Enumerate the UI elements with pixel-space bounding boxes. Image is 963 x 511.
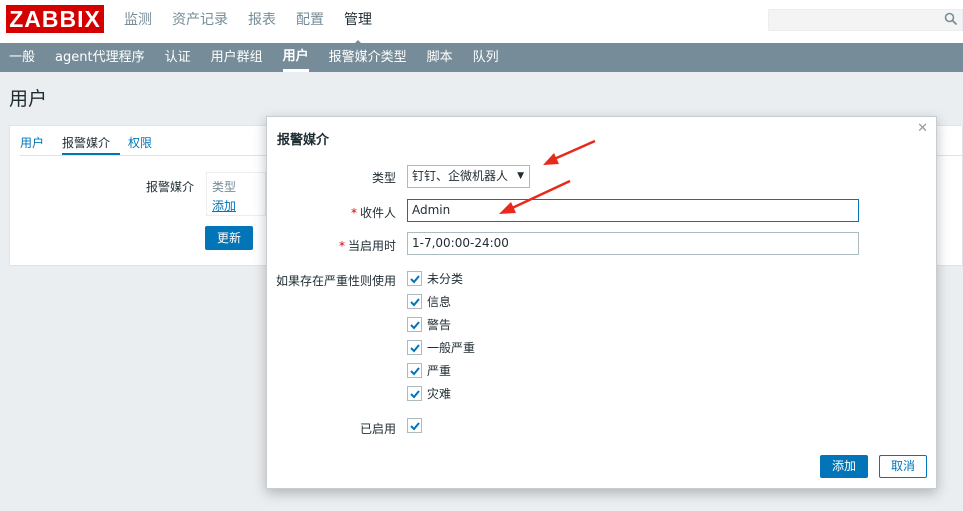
media-type-header: 类型 [212, 180, 237, 194]
checkbox[interactable] [407, 317, 422, 332]
checkbox[interactable] [407, 386, 422, 401]
type-label: 类型 [371, 171, 396, 185]
check-icon [410, 321, 420, 330]
submenu-scripts[interactable]: 脚本 [427, 43, 453, 72]
enabled-label: 已启用 [359, 422, 396, 436]
media-field-label: 报警媒介 [146, 180, 195, 194]
zabbix-logo[interactable]: ZABBIX [6, 5, 104, 33]
severity-label: 如果存在严重性则使用 [275, 274, 396, 288]
tab-media[interactable]: 报警媒介 [62, 126, 121, 155]
checkbox[interactable] [407, 271, 422, 286]
main-menu: 监测 资产记录 报表 配置 管理 [124, 0, 392, 46]
checkbox[interactable] [407, 340, 422, 355]
menu-item-administration[interactable]: 管理 [344, 0, 372, 46]
cancel-button[interactable]: 取消 [879, 455, 927, 478]
check-icon [410, 422, 420, 431]
tab-permissions[interactable]: 权限 [128, 126, 162, 155]
type-select-value: 钉钉、企微机器人 [412, 169, 509, 183]
submenu-queue[interactable]: 队列 [473, 43, 499, 72]
menu-item-monitoring[interactable]: 监测 [124, 0, 152, 43]
severity-disaster[interactable]: 灾难 [407, 385, 451, 402]
update-button[interactable]: 更新 [205, 226, 253, 250]
search-input[interactable] [768, 9, 963, 31]
search-icon[interactable] [944, 12, 958, 26]
dialog-title: 报警媒介 [277, 133, 330, 148]
add-button[interactable]: 添加 [820, 455, 868, 478]
close-icon[interactable]: ✕ [917, 121, 928, 136]
when-active-label: * 当启用时 [338, 239, 396, 253]
enabled-toggle[interactable] [407, 418, 427, 433]
check-icon [410, 390, 420, 399]
submenu-media-types[interactable]: 报警媒介类型 [329, 43, 407, 72]
submenu-proxies[interactable]: agent代理程序 [55, 43, 145, 72]
check-icon [410, 275, 420, 284]
recipient-label: * 收件人 [350, 206, 396, 220]
media-dialog: 报警媒介 ✕ 类型 钉钉、企微机器人 ▼ * 收件人 Admin * 当启用时 1-… [266, 116, 937, 489]
checkbox[interactable] [407, 294, 422, 309]
checkbox[interactable] [407, 418, 422, 433]
submenu-general[interactable]: 一般 [9, 43, 35, 72]
page-title: 用户 [9, 88, 48, 110]
severity-average[interactable]: 一般严重 [407, 339, 475, 356]
submenu-user-groups[interactable]: 用户群组 [211, 43, 263, 72]
check-icon [410, 298, 420, 307]
check-icon [410, 367, 420, 376]
annotation-arrow-icon [543, 139, 596, 165]
menu-item-configuration[interactable]: 配置 [296, 0, 324, 43]
check-icon [410, 344, 420, 353]
severity-warning[interactable]: 警告 [407, 316, 451, 333]
tab-user[interactable]: 用户 [20, 126, 54, 155]
when-active-input[interactable]: 1-7,00:00-24:00 [407, 232, 859, 255]
severity-not-classified[interactable]: 未分类 [407, 270, 463, 287]
severity-high[interactable]: 严重 [407, 362, 451, 379]
media-add-link[interactable]: 添加 [212, 197, 260, 214]
checkbox[interactable] [407, 363, 422, 378]
recipient-input[interactable]: Admin [407, 199, 859, 222]
submenu-authentication[interactable]: 认证 [165, 43, 191, 72]
menu-item-inventory[interactable]: 资产记录 [172, 0, 228, 43]
annotation-arrow-icon [499, 179, 571, 214]
submenu-users[interactable]: 用户 [282, 43, 309, 72]
media-table: 类型 添加 [206, 172, 266, 216]
severity-information[interactable]: 信息 [407, 293, 451, 310]
sub-menu: 一般 agent代理程序 认证 用户群组 用户 报警媒介类型 脚本 队列 [0, 43, 963, 72]
top-header: ZABBIX 监测 资产记录 报表 配置 管理 [0, 0, 963, 46]
menu-item-reports[interactable]: 报表 [248, 0, 276, 43]
